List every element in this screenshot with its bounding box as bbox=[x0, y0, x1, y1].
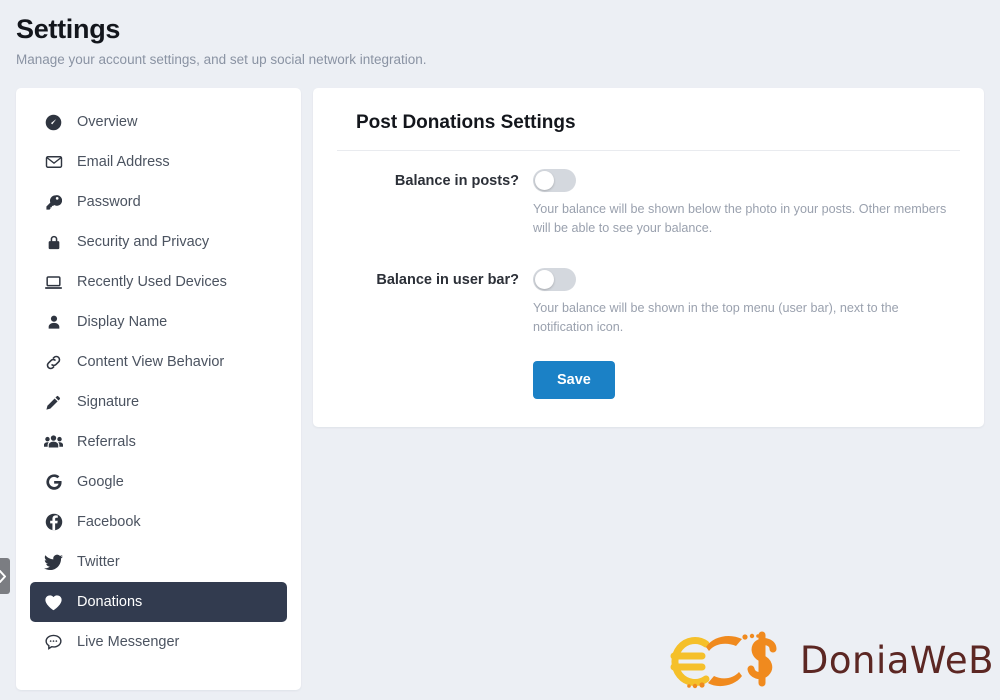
sidebar-item-label: Referrals bbox=[77, 434, 136, 450]
field-label: Balance in posts? bbox=[394, 173, 519, 189]
laptop-icon bbox=[44, 273, 63, 292]
post-donations-settings-panel: Post Donations Settings Balance in posts… bbox=[313, 88, 984, 427]
toggle-balance-in-user-bar[interactable] bbox=[533, 268, 576, 291]
sidebar-expand-handle[interactable] bbox=[0, 558, 10, 594]
content-area: Overview Email Address Password Security an… bbox=[16, 88, 984, 690]
sidebar-item-recently-used-devices[interactable]: Recently Used Devices bbox=[30, 262, 287, 302]
sidebar-item-label: Password bbox=[77, 194, 141, 210]
field-help-text: Your balance will be shown in the top me… bbox=[533, 301, 899, 334]
sidebar-item-referrals[interactable]: Referrals bbox=[30, 422, 287, 462]
field-spacer bbox=[337, 242, 960, 264]
lock-icon bbox=[44, 233, 63, 252]
facebook-icon bbox=[44, 513, 63, 532]
panel-title: Post Donations Settings bbox=[356, 112, 576, 133]
sidebar-item-live-messenger[interactable]: Live Messenger bbox=[30, 622, 287, 662]
toggle-balance-in-posts[interactable] bbox=[533, 169, 576, 192]
sidebar-item-label: Live Messenger bbox=[77, 634, 180, 650]
google-icon bbox=[44, 473, 63, 492]
settings-sidebar: Overview Email Address Password Security an… bbox=[16, 88, 301, 690]
chat-bubble-icon bbox=[44, 633, 63, 652]
sidebar-item-facebook[interactable]: Facebook bbox=[30, 502, 287, 542]
users-icon bbox=[44, 433, 63, 452]
sidebar-item-label: Content View Behavior bbox=[77, 354, 225, 370]
sidebar-item-security-and-privacy[interactable]: Security and Privacy bbox=[30, 222, 287, 262]
sidebar-item-password[interactable]: Password bbox=[30, 182, 287, 222]
save-button[interactable]: Save bbox=[533, 361, 615, 399]
sidebar-item-content-view-behavior[interactable]: Content View Behavior bbox=[30, 342, 287, 382]
twitter-icon bbox=[44, 553, 63, 572]
page-title: Settings bbox=[16, 14, 121, 44]
sidebar-item-label: Google bbox=[77, 474, 124, 490]
user-icon bbox=[44, 313, 63, 332]
field-balance-in-posts: Balance in posts? Your balance will be s… bbox=[337, 165, 960, 238]
page-header: Settings Manage your account settings, a… bbox=[0, 0, 1000, 70]
envelope-icon bbox=[44, 153, 63, 172]
sidebar-item-signature[interactable]: Signature bbox=[30, 382, 287, 422]
key-icon bbox=[44, 193, 63, 212]
sidebar-item-label: Donations bbox=[77, 594, 143, 610]
link-icon bbox=[44, 353, 63, 372]
sidebar-item-label: Twitter bbox=[77, 554, 120, 570]
field-help-text: Your balance will be shown below the pho… bbox=[533, 202, 947, 235]
sidebar-item-overview[interactable]: Overview bbox=[30, 102, 287, 142]
sidebar-item-label: Overview bbox=[77, 114, 138, 130]
settings-page: Settings Manage your account settings, a… bbox=[0, 0, 1000, 700]
sidebar-item-email-address[interactable]: Email Address bbox=[30, 142, 287, 182]
sidebar-item-display-name[interactable]: Display Name bbox=[30, 302, 287, 342]
toggle-knob bbox=[535, 171, 554, 190]
sidebar-item-label: Email Address bbox=[77, 154, 170, 170]
save-button-wrap: Save bbox=[337, 361, 960, 399]
sidebar-item-twitter[interactable]: Twitter bbox=[30, 542, 287, 582]
gauge-icon bbox=[44, 113, 63, 132]
sidebar-item-label: Display Name bbox=[77, 314, 168, 330]
field-balance-in-user-bar: Balance in user bar? Your balance will b… bbox=[337, 264, 960, 337]
field-control: Your balance will be shown below the pho… bbox=[533, 165, 960, 238]
sidebar-item-label: Security and Privacy bbox=[77, 234, 210, 250]
field-control: Your balance will be shown in the top me… bbox=[533, 264, 960, 337]
sidebar-item-donations[interactable]: Donations bbox=[30, 582, 287, 622]
sidebar-item-google[interactable]: Google bbox=[30, 462, 287, 502]
sidebar-item-label: Recently Used Devices bbox=[77, 274, 227, 290]
sidebar-item-label: Facebook bbox=[77, 514, 141, 530]
field-label: Balance in user bar? bbox=[376, 272, 519, 288]
page-subtitle: Manage your account settings, and set up… bbox=[16, 52, 427, 67]
pencil-icon bbox=[44, 393, 63, 412]
sidebar-item-label: Signature bbox=[77, 394, 140, 410]
toggle-knob bbox=[535, 270, 554, 289]
chevron-right-icon bbox=[0, 569, 6, 583]
heart-icon bbox=[44, 593, 63, 612]
panel-divider bbox=[337, 150, 960, 151]
